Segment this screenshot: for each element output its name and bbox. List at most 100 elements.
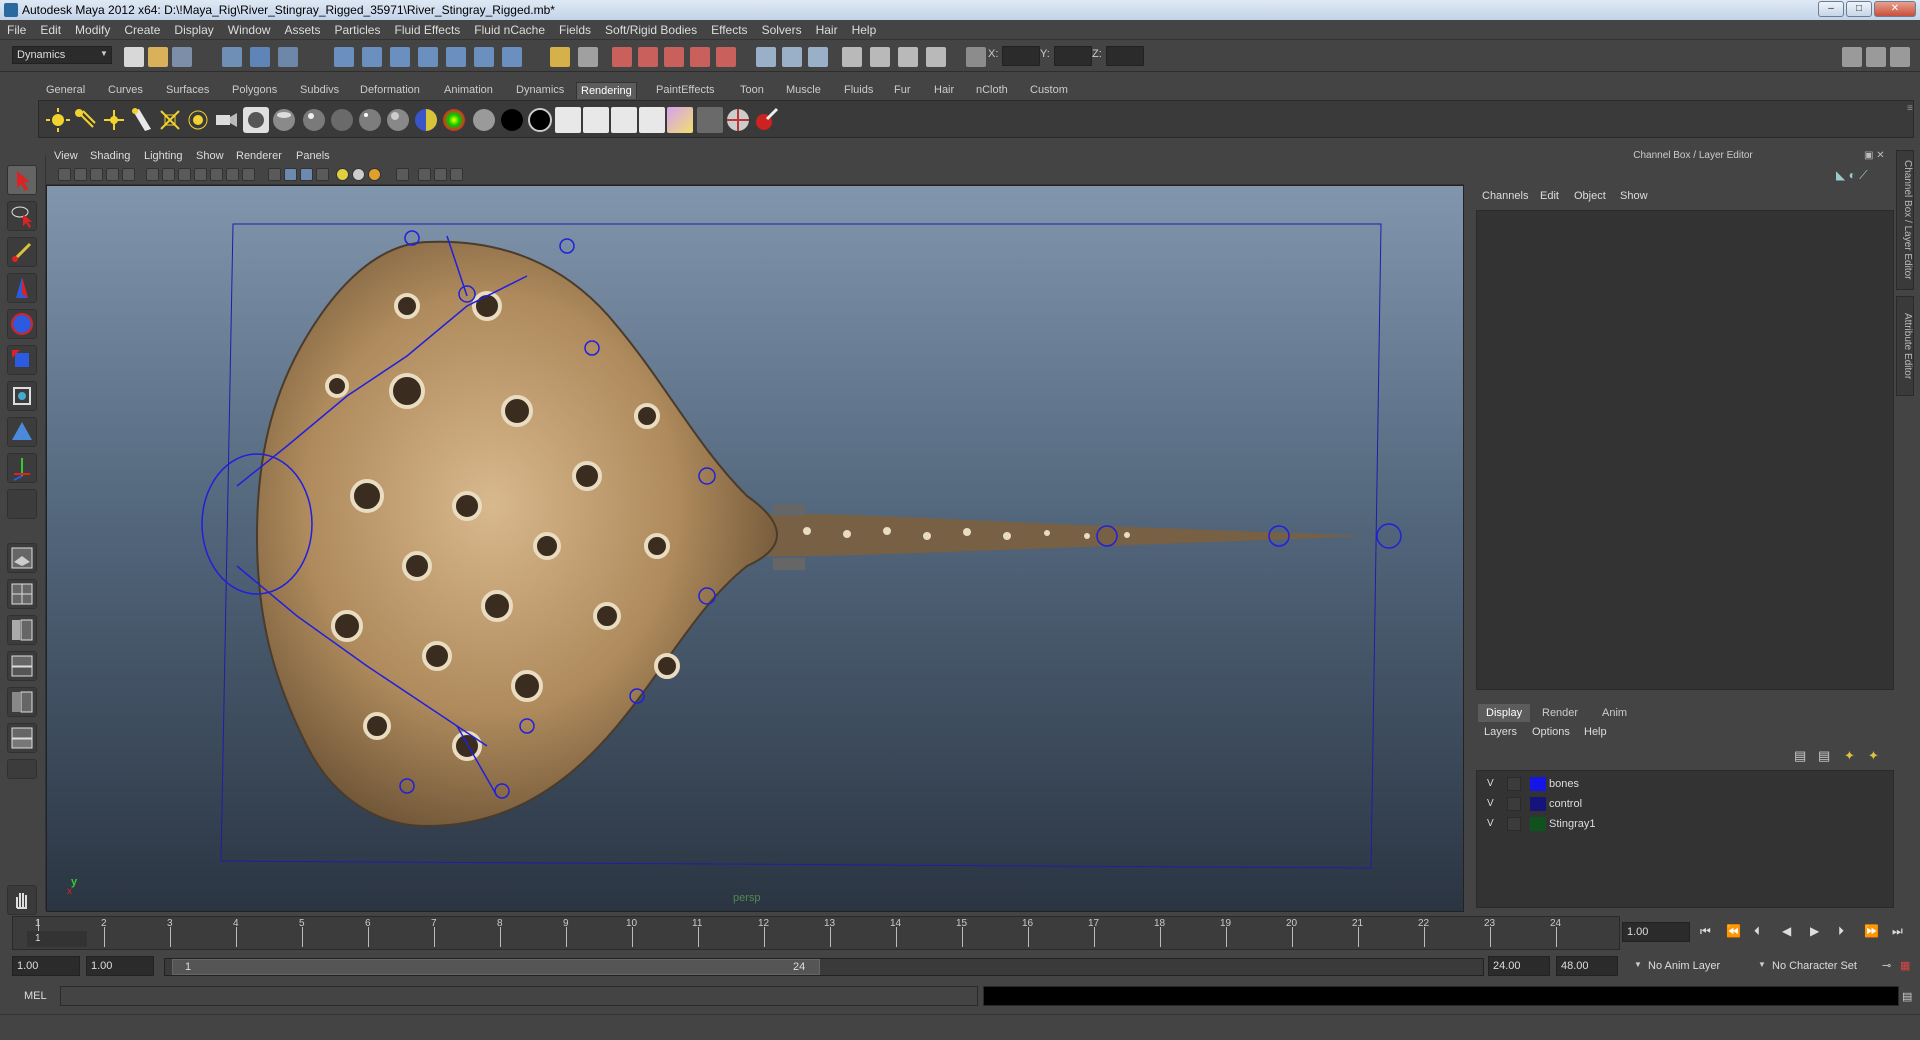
edit-menu[interactable]: Edit [1540, 190, 1559, 202]
surface-shader-icon[interactable] [471, 107, 497, 133]
select-camera-icon[interactable] [58, 168, 71, 181]
viewport-menu-view[interactable]: View [54, 150, 78, 162]
menu-effects[interactable]: Effects [704, 20, 754, 40]
volume-light-icon[interactable] [185, 107, 211, 133]
script-editor-icon[interactable]: ▤ [1902, 990, 1912, 1003]
projection-texture-icon[interactable] [639, 107, 665, 133]
smooth-shade-icon[interactable] [284, 168, 297, 181]
minimize-button[interactable]: ‒ [1818, 1, 1844, 17]
shelf-tab-animation[interactable]: Animation [440, 82, 497, 99]
wireframe-icon[interactable] [268, 168, 281, 181]
new-layer-selected-icon[interactable]: ✦ [1868, 748, 1879, 764]
object-menu[interactable]: Object [1574, 190, 1606, 202]
select-tool-icon[interactable] [7, 165, 37, 195]
layer-visibility-toggle[interactable]: V [1487, 798, 1499, 809]
shader-preview-icon[interactable] [243, 107, 269, 133]
channels-menu[interactable]: Channels [1482, 190, 1528, 202]
animation-end-field[interactable]: 48.00 [1556, 956, 1618, 976]
make-live-icon[interactable] [446, 47, 466, 67]
render-layer-icon[interactable] [697, 107, 723, 133]
step-back-frame-icon[interactable]: ⏪ [1726, 924, 1741, 938]
x-field[interactable] [1002, 46, 1040, 66]
rotate-tool-icon[interactable] [7, 309, 37, 339]
grid-toggle-icon[interactable] [122, 168, 135, 181]
paint-select-tool-icon[interactable] [7, 237, 37, 267]
menu-create[interactable]: Create [117, 20, 167, 40]
shelf-tab-dynamics[interactable]: Dynamics [512, 82, 568, 99]
play-forwards-icon[interactable]: ▶ [1810, 924, 1819, 938]
character-set-selector[interactable]: No Character Set [1772, 956, 1882, 976]
hud-icon[interactable] [434, 168, 447, 181]
render-view-icon[interactable] [842, 47, 862, 67]
use-background-icon[interactable] [499, 107, 525, 133]
layer-type-toggle[interactable] [1507, 777, 1521, 791]
skin-bind-icon[interactable] [664, 47, 684, 67]
menu-file[interactable]: File [0, 20, 33, 40]
layer-tab-render[interactable]: Render [1534, 704, 1586, 722]
layer-color-swatch[interactable] [1530, 777, 1546, 791]
go-to-end-icon[interactable]: ⏭ [1892, 924, 1903, 939]
render-globe-icon[interactable] [725, 107, 751, 133]
batch-render-icon[interactable] [898, 47, 918, 67]
last-tool-slot[interactable] [7, 489, 37, 519]
transform-fields-icon[interactable] [966, 47, 986, 67]
move-tool-icon[interactable] [7, 273, 37, 303]
spot-light-icon[interactable] [129, 107, 155, 133]
checker-texture-icon[interactable] [583, 107, 609, 133]
snap-grid-icon[interactable] [334, 47, 354, 67]
layer-color-swatch[interactable] [1530, 797, 1546, 811]
channel-box-tool-icons[interactable]: ◣ ◐ ⟋ [1836, 168, 1894, 184]
isolate-select-icon[interactable] [396, 168, 409, 181]
close-button[interactable]: ✕ [1874, 1, 1916, 17]
command-input[interactable] [60, 986, 978, 1006]
show-manip-tool-icon[interactable] [7, 453, 37, 483]
menu-fluid-effects[interactable]: Fluid Effects [387, 20, 467, 40]
panel-float-icon[interactable]: ▣ ✕ [1864, 150, 1890, 162]
lasso-tool-icon[interactable] [7, 201, 37, 231]
open-scene-icon[interactable] [148, 47, 168, 67]
lambert-shader-icon[interactable] [329, 107, 355, 133]
layered-shader-icon[interactable] [413, 107, 439, 133]
select-object-icon[interactable] [250, 47, 270, 67]
playback-start-field[interactable]: 1.00 [86, 956, 154, 976]
layers-menu[interactable]: Layers [1484, 726, 1517, 738]
outliner-layout-icon[interactable] [7, 615, 37, 645]
menu-set-selector[interactable]: Dynamics [12, 46, 112, 64]
shadows-icon[interactable] [368, 168, 381, 181]
camera-icon[interactable] [213, 107, 239, 133]
shelf-tab-subdivs[interactable]: Subdivs [296, 82, 343, 99]
layer-tab-anim[interactable]: Anim [1594, 704, 1635, 722]
point-light-icon[interactable] [101, 107, 127, 133]
menu-display[interactable]: Display [167, 20, 220, 40]
shelf-tab-custom[interactable]: Custom [1026, 82, 1072, 99]
camera-attributes-icon[interactable] [74, 168, 87, 181]
render-region-icon[interactable] [578, 47, 598, 67]
ik-handle-icon[interactable] [612, 47, 632, 67]
area-light-icon[interactable] [157, 107, 183, 133]
ipr-render-icon[interactable] [782, 47, 802, 67]
shelf-tab-painteffects[interactable]: PaintEffects [652, 82, 719, 99]
gate-mask-icon[interactable] [178, 168, 191, 181]
ramp-shader-icon[interactable] [441, 107, 467, 133]
image-plane-icon[interactable] [106, 168, 119, 181]
viewport-menu-shading[interactable]: Shading [90, 150, 130, 162]
step-forward-key-icon[interactable]: ⏵ [1838, 924, 1844, 939]
wireframe-on-shaded-icon[interactable] [300, 168, 313, 181]
single-perspective-layout-icon[interactable] [7, 543, 37, 573]
layer-type-toggle[interactable] [1507, 797, 1521, 811]
shelf-tab-surfaces[interactable]: Surfaces [162, 82, 213, 99]
shelf-tab-fur[interactable]: Fur [890, 82, 915, 99]
shelf-tab-general[interactable]: General [42, 82, 89, 99]
menu-solvers[interactable]: Solvers [755, 20, 809, 40]
menu-modify[interactable]: Modify [68, 20, 117, 40]
layer-row[interactable]: V bones [1477, 775, 1893, 794]
channel-box-toggle-icon[interactable] [1890, 47, 1910, 67]
anisotropic-shader-icon[interactable] [271, 107, 297, 133]
render-settings-icon[interactable] [808, 47, 828, 67]
show-menu[interactable]: Show [1620, 190, 1648, 202]
shelf-tab-ncloth[interactable]: nCloth [972, 82, 1012, 99]
menu-particles[interactable]: Particles [327, 20, 387, 40]
viewport-persp[interactable]: persp y x [46, 185, 1464, 912]
menu-window[interactable]: Window [221, 20, 278, 40]
viewport-menu-panels[interactable]: Panels [296, 150, 330, 162]
